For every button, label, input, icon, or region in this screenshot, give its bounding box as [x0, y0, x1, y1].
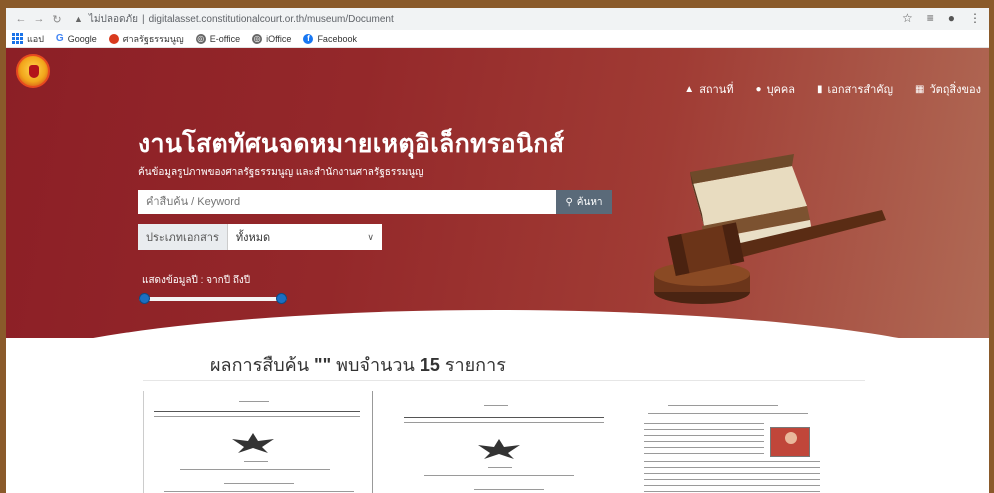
- warning-icon: ▲: [74, 14, 83, 24]
- nav-item-label: วัตถุสิ่งของ: [929, 84, 981, 96]
- results-count: 15: [419, 355, 440, 375]
- bookmark-apps[interactable]: แอป: [12, 32, 44, 46]
- document-thumbnail[interactable]: [384, 391, 614, 493]
- browser-actions: ☆ ≡ ● ⋮: [902, 11, 981, 25]
- bookmark-label: Facebook: [317, 33, 357, 44]
- bookmark-court[interactable]: ศาลรัฐธรรมนูญ: [108, 32, 184, 46]
- browser-address-bar: ← → ↻ ▲ ไม่ปลอดภัย | digitalasset.consti…: [6, 8, 989, 30]
- objects-icon: ▦: [914, 83, 925, 95]
- court-logo[interactable]: [16, 54, 50, 88]
- results-found-text: พบจำนวน: [336, 355, 415, 375]
- apps-grid-icon: [12, 33, 23, 44]
- extensions-icon[interactable]: ≡: [927, 11, 934, 25]
- nav-item-persons[interactable]: ● บุคคล: [756, 80, 796, 98]
- search-input[interactable]: [138, 190, 556, 214]
- nav-item-objects[interactable]: ▦ วัตถุสิ่งของ: [915, 80, 981, 98]
- nav-item-label: เอกสารสำคัญ: [827, 84, 893, 96]
- portrait-photo: [770, 427, 810, 457]
- slider-handle-max[interactable]: [276, 293, 287, 304]
- results-heading: ผลการสืบค้น "" พบจำนวน 15 รายการ: [210, 350, 506, 379]
- back-icon[interactable]: ←: [12, 13, 30, 25]
- slider-track: [139, 297, 287, 301]
- url-text[interactable]: digitalasset.constitutionalcourt.or.th/m…: [149, 14, 394, 25]
- year-range-slider[interactable]: [139, 293, 287, 304]
- star-icon[interactable]: ☆: [902, 11, 913, 25]
- nav-item-documents[interactable]: ▮ เอกสารสำคัญ: [817, 80, 893, 98]
- page-subtitle: ค้นข้อมูลรูปภาพของศาลรัฐธรรมนูญ และสำนัก…: [138, 167, 424, 178]
- hero-curve: [6, 310, 989, 338]
- nav-item-label: สถานที่: [699, 84, 734, 96]
- slider-handle-min[interactable]: [139, 293, 150, 304]
- page-title: งานโสตทัศนจดหมายเหตุอิเล็กทรอนิกส์: [138, 130, 565, 158]
- bookmark-label: Google: [67, 33, 97, 44]
- bookmark-facebook[interactable]: f Facebook: [303, 33, 357, 44]
- search-button[interactable]: ⚲ ค้นหา: [556, 190, 612, 214]
- bookmarks-bar: แอป G Google ศาลรัฐธรรมนูญ ◎ E-office ◎ …: [6, 30, 989, 48]
- results-suffix: รายการ: [444, 355, 506, 375]
- document-type-value: ทั้งหมด: [235, 232, 271, 244]
- bookmark-label: iOffice: [266, 33, 292, 44]
- garuda-emblem-icon: [478, 439, 520, 459]
- nav-item-label: บุคคล: [766, 84, 796, 96]
- forward-icon[interactable]: →: [30, 13, 48, 25]
- top-navigation: ▲ สถานที่ ● บุคคล ▮ เอกสารสำคัญ ▦ วัตถุส…: [684, 80, 981, 98]
- results-divider: [143, 380, 865, 381]
- results-query: "": [314, 355, 332, 375]
- building-icon: ▲: [684, 83, 695, 95]
- bookmark-google[interactable]: G Google: [56, 33, 97, 44]
- search-icon: ⚲: [565, 196, 573, 208]
- bookmark-label: E-office: [209, 33, 241, 44]
- google-icon: G: [55, 33, 64, 44]
- url-separator: |: [141, 13, 145, 25]
- bookmark-label: แอป: [27, 33, 44, 44]
- bookmark-eoffice[interactable]: ◎ E-office: [195, 33, 241, 44]
- bookmark-ioffice[interactable]: ◎ iOffice: [252, 33, 292, 44]
- gavel-and-books-illustration: [654, 154, 886, 304]
- profile-icon[interactable]: ●: [948, 11, 955, 25]
- search-bar: ⚲ ค้นหา: [138, 190, 612, 214]
- globe-icon: ◎: [195, 33, 206, 44]
- globe-icon: ◎: [252, 33, 263, 44]
- document-thumbnail[interactable]: [638, 391, 826, 493]
- search-button-label: ค้นหา: [576, 196, 603, 208]
- garuda-emblem-icon: [232, 433, 274, 453]
- url-security-label: ไม่ปลอดภัย: [88, 13, 138, 25]
- page-frame: ← → ↻ ▲ ไม่ปลอดภัย | digitalasset.consti…: [6, 8, 989, 493]
- book-icon: ▮: [817, 83, 823, 95]
- chevron-down-icon: ∨: [367, 231, 374, 242]
- year-range-label: แสดงข้อมูลปี : จากปี ถึงปี: [142, 275, 251, 286]
- results-prefix: ผลการสืบค้น: [210, 355, 310, 375]
- document-type-label: ประเภทเอกสาร: [138, 224, 228, 250]
- facebook-icon: f: [303, 33, 314, 44]
- document-type-select[interactable]: ประเภทเอกสาร ทั้งหมด ∨: [138, 224, 382, 250]
- menu-icon[interactable]: ⋮: [969, 11, 981, 25]
- person-icon: ●: [755, 83, 762, 95]
- hero-banner: ▲ สถานที่ ● บุคคล ▮ เอกสารสำคัญ ▦ วัตถุส…: [6, 48, 989, 338]
- bookmark-label: ศาลรัฐธรรมนูญ: [122, 33, 184, 44]
- court-icon: [108, 33, 119, 44]
- nav-item-places[interactable]: ▲ สถานที่: [684, 80, 733, 98]
- document-thumbnail[interactable]: [143, 391, 373, 493]
- reload-icon[interactable]: ↻: [48, 13, 66, 26]
